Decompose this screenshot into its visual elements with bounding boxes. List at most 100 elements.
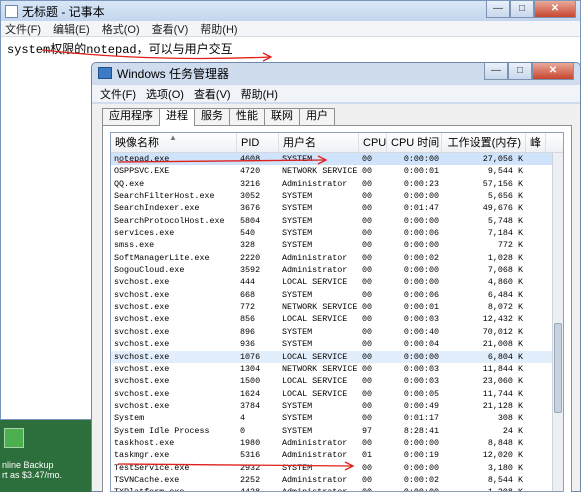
cell-cpu-time: 0:00:03 (403, 376, 439, 387)
column-cpu[interactable]: CPU (359, 133, 387, 152)
table-row[interactable]: svchost.exe 1624 LOCAL SERVICE 00 0:00:05 11,… (111, 388, 563, 400)
table-row[interactable]: svchost.exe 772 NETWORK SERVICE 00 0:00:01 8,… (111, 301, 563, 313)
tab-processes[interactable]: 进程 (159, 108, 195, 126)
table-row[interactable]: SoftManagerLite.exe 2220 Administrator 00 0:… (111, 252, 563, 264)
cell-pid: 3052 (240, 191, 261, 202)
cell-cpu-time: 0:00:00 (387, 486, 442, 491)
table-row[interactable]: smss.exe 328 SYSTEM 00 0:00:00 772 K (111, 239, 563, 251)
cell-cpu-time: 0:00:00 (403, 215, 439, 226)
menu-file[interactable]: 文件(F) (100, 86, 136, 102)
cell-peak (526, 363, 546, 375)
maximize-icon[interactable]: □ (510, 1, 534, 18)
close-icon[interactable]: ✕ (534, 1, 576, 18)
close-icon[interactable]: ✕ (532, 63, 574, 80)
cell-working-set: 21,128 K (482, 400, 523, 411)
cell-pid: 2932 (240, 462, 261, 473)
cell-cpu-time: 0:01:17 (403, 413, 439, 424)
column-cpu-time[interactable]: CPU 时间 (387, 133, 442, 152)
cell-image-name: notepad.exe (114, 154, 170, 164)
tab-services[interactable]: 服务 (194, 108, 230, 125)
column-image-name[interactable]: 映像名称 ▲ (111, 133, 237, 152)
cell-cpu: 97 (362, 425, 373, 436)
cell-username: SYSTEM (282, 154, 313, 164)
table-row[interactable]: OSPPSVC.EXE 4720 NETWORK SERVICE 00 0:00:01 9… (111, 165, 563, 177)
cell-working-set: 11,744 K (482, 388, 523, 399)
table-row[interactable]: svchost.exe 936 SYSTEM 00 0:00:04 21,008 K (111, 338, 563, 350)
cell-username: SYSTEM (282, 462, 313, 473)
cell-working-set: 5,748 K (487, 215, 523, 226)
cell-cpu-time: 0:00:00 (403, 191, 439, 202)
menu-help[interactable]: 帮助(H) (200, 21, 237, 37)
table-row[interactable]: SogouCloud.exe 3592 Administrator 00 0:00:00… (111, 264, 563, 276)
menu-view[interactable]: 查看(V) (152, 21, 189, 37)
cell-cpu: 00 (362, 277, 373, 288)
tab-users[interactable]: 用户 (299, 108, 335, 125)
tab-applications[interactable]: 应用程序 (102, 108, 160, 125)
cell-username: LOCAL SERVICE (282, 376, 348, 387)
table-row[interactable]: System Idle Process 0 SYSTEM 97 8:28:41 24 K (111, 425, 563, 437)
cell-peak (526, 351, 546, 363)
table-row[interactable]: svchost.exe 3784 SYSTEM 00 0:00:49 21,128 K (111, 400, 563, 412)
table-row[interactable]: svchost.exe 668 SYSTEM 00 0:00:06 6,484 K (111, 289, 563, 301)
column-username[interactable]: 用户名 (279, 133, 359, 152)
cell-working-set: 5,656 K (487, 191, 523, 202)
cell-pid: 3592 (240, 265, 261, 276)
table-row[interactable]: services.exe 540 SYSTEM 00 0:00:06 7,184 K (111, 227, 563, 239)
menu-edit[interactable]: 编辑(E) (53, 21, 90, 37)
menu-format[interactable]: 格式(O) (102, 21, 140, 37)
cell-working-set: 24 K (502, 425, 523, 436)
column-peak[interactable]: 峰 (526, 133, 546, 152)
menu-file[interactable]: 文件(F) (5, 21, 41, 37)
table-row[interactable]: TXPlatform.exe4428Administrator000:00:00… (111, 486, 563, 491)
cell-image-name: SearchIndexer.exe (114, 203, 200, 214)
cell-pid: 3216 (240, 178, 261, 189)
table-row[interactable]: svchost.exe 856 LOCAL SERVICE 00 0:00:03 12,4… (111, 313, 563, 325)
cell-pid: 4428 (237, 486, 279, 491)
cell-cpu-time: 0:00:00 (403, 351, 439, 362)
table-row[interactable]: TSVNCache.exe 2252 Administrator 00 0:00:02 8… (111, 474, 563, 486)
minimize-icon[interactable]: — (486, 1, 510, 18)
backup-app-icon[interactable] (4, 428, 24, 448)
table-row[interactable]: notepad.exe 4608 SYSTEM 00 0:00:00 27,056 K (111, 153, 563, 166)
cell-cpu-time: 0:00:00 (403, 277, 439, 288)
table-row[interactable]: SearchIndexer.exe 3676 SYSTEM 00 0:01:47 49,6… (111, 202, 563, 214)
cell-image-name: QQ.exe (114, 178, 145, 189)
cell-working-set: 308 K (497, 413, 523, 424)
cell-cpu-time: 0:00:40 (403, 326, 439, 337)
table-row[interactable]: taskmgr.exe 5316 Administrator 01 0:00:19 12,… (111, 449, 563, 461)
desktop-fragment: nline Backup rt as $3.47/mo. (0, 420, 96, 492)
table-row[interactable]: svchost.exe 1500 LOCAL SERVICE 00 0:00:03 23,… (111, 375, 563, 387)
cell-pid: 5316 (240, 450, 261, 461)
cell-peak (526, 252, 546, 264)
menu-help[interactable]: 帮助(H) (241, 86, 278, 102)
cell-username: SYSTEM (282, 339, 313, 350)
cell-image-name: System Idle Process (114, 425, 210, 436)
tab-performance[interactable]: 性能 (229, 108, 265, 125)
notepad-text-area[interactable]: system权限的notepad，可以与用户交互 (1, 37, 580, 60)
scrollbar-thumb[interactable] (554, 323, 562, 413)
table-row[interactable]: svchost.exe 896 SYSTEM 00 0:00:40 70,012 K (111, 326, 563, 338)
minimize-icon[interactable]: — (484, 63, 508, 80)
menu-options[interactable]: 选项(O) (146, 86, 184, 102)
cell-username: SYSTEM (282, 240, 313, 251)
maximize-icon[interactable]: □ (508, 63, 532, 80)
table-body: notepad.exe 4608 SYSTEM 00 0:00:00 27,056 K OS… (111, 153, 563, 491)
table-row[interactable]: TestService.exe 2932 SYSTEM 00 0:00:00 3,180 … (111, 462, 563, 474)
menu-view[interactable]: 查看(V) (194, 86, 231, 102)
cell-cpu-time: 0:00:23 (403, 178, 439, 189)
column-pid[interactable]: PID (237, 133, 279, 152)
table-row[interactable]: svchost.exe 1076 LOCAL SERVICE 00 0:00:00 6,8… (111, 350, 563, 363)
cell-pid: 540 (240, 228, 256, 239)
vertical-scrollbar[interactable] (552, 153, 563, 491)
table-row[interactable]: System 4 SYSTEM 00 0:01:17 308 K (111, 412, 563, 424)
table-row[interactable]: SearchFilterHost.exe 3052 SYSTEM 00 0:00:00 5… (111, 190, 563, 202)
tab-networking[interactable]: 联网 (264, 108, 300, 125)
table-row[interactable]: svchost.exe 1304 NETWORK SERVICE 00 0:00:03 1… (111, 363, 563, 375)
table-row[interactable]: QQ.exe 3216 Administrator 00 0:00:23 57,156 K (111, 178, 563, 190)
table-row[interactable]: SearchProtocolHost.exe 5804 SYSTEM 00 0:00:0… (111, 215, 563, 227)
table-row[interactable]: taskhost.exe 1980 Administrator 00 0:00:00 8,… (111, 437, 563, 449)
table-row[interactable]: svchost.exe 444 LOCAL SERVICE 00 0:00:00 4,86… (111, 276, 563, 288)
column-working-set[interactable]: 工作设置(内存) (442, 133, 526, 152)
cell-pid: 1304 (240, 363, 261, 374)
cell-cpu: 00 (362, 252, 373, 263)
